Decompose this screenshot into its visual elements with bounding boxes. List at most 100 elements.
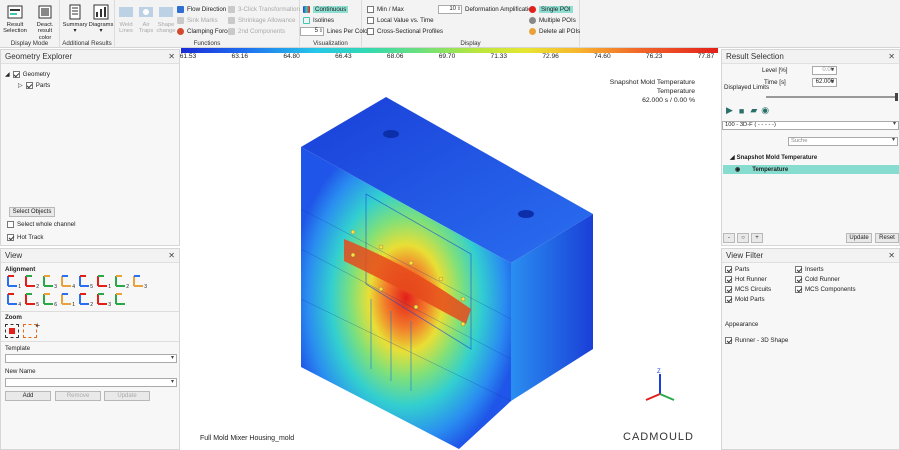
min-max-box[interactable]: [367, 5, 374, 13]
filter-box[interactable]: [725, 266, 732, 273]
play-icon[interactable]: ▶: [726, 105, 733, 116]
nav-plus-button[interactable]: +: [751, 233, 763, 243]
align-view-icon[interactable]: 1: [59, 292, 75, 308]
filter-checkbox-mcs-components[interactable]: MCS Components: [795, 286, 856, 293]
slider-thumb[interactable]: [895, 93, 898, 101]
min-max-checkbox[interactable]: Min / Max: [367, 4, 404, 14]
align-view-icon[interactable]: 2: [77, 292, 93, 308]
update-view-button[interactable]: Update: [104, 391, 150, 401]
lines-per-color-control[interactable]: 5Lines Per Color: [300, 26, 370, 36]
runner-box[interactable]: [725, 337, 732, 344]
filter-checkbox-parts[interactable]: Parts: [725, 266, 749, 273]
deact-result-color-button[interactable]: Deact. result color: [31, 4, 59, 41]
run-select-dropdown[interactable]: 100 - 3D-F ( - - - - -): [722, 121, 899, 130]
deformation-amplification-control[interactable]: 10Deformation Amplification: [438, 4, 535, 14]
align-view-icon[interactable]: 5: [77, 274, 93, 290]
tree-node-parts[interactable]: ▷ Parts: [18, 82, 50, 89]
local-value-box[interactable]: [367, 16, 374, 24]
add-button[interactable]: Add: [5, 391, 51, 401]
search-input[interactable]: Suche: [788, 137, 898, 146]
filter-box[interactable]: [795, 276, 802, 283]
align-view-icon[interactable]: 5: [23, 292, 39, 308]
multiple-pois-button[interactable]: Multiple POIs: [529, 15, 576, 25]
hot-track-box[interactable]: [7, 234, 14, 241]
deformation-stepper[interactable]: 10: [438, 4, 462, 14]
clamping-force-button[interactable]: Clamping Force: [177, 26, 231, 36]
runner-3d-shape-checkbox[interactable]: Runner - 3D Shape: [725, 337, 788, 344]
align-view-icon[interactable]: 4: [59, 274, 75, 290]
filter-checkbox-mold-parts[interactable]: Mold Parts: [725, 296, 765, 303]
second-components-button[interactable]: 2nd Components: [228, 26, 285, 36]
diagrams-button[interactable]: Diagrams ▾: [88, 4, 114, 35]
select-whole-channel-checkbox[interactable]: Select whole channel: [7, 221, 75, 228]
collapse-icon[interactable]: ◢: [730, 154, 735, 161]
new-name-input[interactable]: [5, 378, 177, 387]
snapshot-icon[interactable]: ◉: [761, 105, 769, 116]
align-view-icon[interactable]: 6: [41, 292, 57, 308]
align-view-icon[interactable]: 1: [95, 274, 111, 290]
collapse-triangle-icon[interactable]: ◢: [5, 71, 10, 78]
parts-checkbox[interactable]: [25, 82, 33, 89]
close-icon[interactable]: ✕: [888, 251, 895, 260]
radio-selected-icon[interactable]: ◉: [735, 166, 740, 173]
camera-icon[interactable]: ▰: [750, 105, 757, 116]
close-icon[interactable]: ✕: [168, 52, 175, 61]
align-view-icon[interactable]: 3: [131, 274, 147, 290]
close-icon[interactable]: ✕: [168, 251, 175, 260]
result-group[interactable]: ◢ Snapshot Mold Temperature: [730, 154, 817, 162]
geometry-checkbox[interactable]: [12, 71, 20, 78]
delete-pois-button[interactable]: Delete all POIs: [529, 26, 580, 36]
filter-box[interactable]: [795, 286, 802, 293]
remove-button[interactable]: Remove: [55, 391, 101, 401]
expand-triangle-icon[interactable]: ▷: [18, 82, 23, 89]
flow-direction-button[interactable]: Flow Direction: [177, 4, 226, 14]
filter-box[interactable]: [795, 266, 802, 273]
filter-checkbox-hot-runner[interactable]: Hot Runner: [725, 276, 767, 283]
time-slider[interactable]: [766, 93, 898, 101]
align-view-icon[interactable]: 3: [41, 274, 57, 290]
filter-checkbox-mcs-circuits[interactable]: MCS Circuits: [725, 286, 771, 293]
shape-change-button[interactable]: Shape change: [156, 4, 176, 35]
align-view-icon[interactable]: 3: [95, 292, 111, 308]
align-view-icon[interactable]: 1: [5, 274, 21, 290]
update-button[interactable]: Update: [846, 233, 872, 243]
filter-checkbox-cold-runner[interactable]: Cold Runner: [795, 276, 840, 283]
filter-box[interactable]: [725, 296, 732, 303]
align-view-icon[interactable]: 2: [23, 274, 39, 290]
weld-lines-button[interactable]: Weld Lines: [116, 4, 136, 35]
summary-button[interactable]: Summary ▾: [62, 4, 88, 35]
single-poi-button[interactable]: Single POI: [529, 4, 573, 14]
cross-section-box[interactable]: [367, 27, 374, 35]
zoom-window-icon[interactable]: +: [23, 321, 40, 338]
align-view-icon[interactable]: [113, 292, 127, 306]
select-objects-button[interactable]: Select Objects: [9, 207, 55, 217]
align-view-icon[interactable]: 2: [113, 274, 129, 290]
filter-checkbox-inserts[interactable]: Inserts: [795, 266, 824, 273]
three-click-transformation-button[interactable]: 3-Click Transformation: [228, 4, 300, 14]
continuous-toggle[interactable]: Continuous: [303, 4, 349, 14]
shrinkage-allowance-button[interactable]: Shrinkage Allowance: [228, 15, 295, 25]
nav-minus-button[interactable]: -: [723, 233, 735, 243]
result-item-temperature[interactable]: ◉ Temperature: [723, 165, 899, 174]
align-view-icon[interactable]: 4: [5, 292, 21, 308]
isolines-toggle[interactable]: Isolines: [303, 15, 334, 25]
level-input[interactable]: 0.00: [812, 66, 837, 75]
cross-section-checkbox[interactable]: Cross-Sectional Profiles: [367, 26, 443, 36]
template-dropdown[interactable]: [5, 354, 177, 363]
filter-box[interactable]: [725, 276, 732, 283]
close-icon[interactable]: ✕: [888, 52, 895, 61]
local-value-checkbox[interactable]: Local Value vs. Time: [367, 15, 434, 25]
air-traps-button[interactable]: Air Traps: [136, 4, 156, 35]
sink-marks-button[interactable]: Sink Marks: [177, 15, 218, 25]
hot-track-checkbox[interactable]: Hot Track: [7, 234, 43, 241]
tree-node-geometry[interactable]: ◢ Geometry: [5, 71, 50, 78]
whole-channel-box[interactable]: [7, 221, 14, 228]
zoom-fit-icon[interactable]: [5, 324, 19, 338]
filter-box[interactable]: [725, 286, 732, 293]
stop-icon[interactable]: ■: [739, 106, 744, 116]
lines-per-color-stepper[interactable]: 5: [300, 26, 324, 36]
nav-reset-button[interactable]: ○: [737, 233, 749, 243]
result-selection-button[interactable]: Result Selection: [2, 4, 28, 35]
reset-button[interactable]: Reset: [875, 233, 899, 243]
time-input[interactable]: 62.000: [812, 78, 837, 87]
